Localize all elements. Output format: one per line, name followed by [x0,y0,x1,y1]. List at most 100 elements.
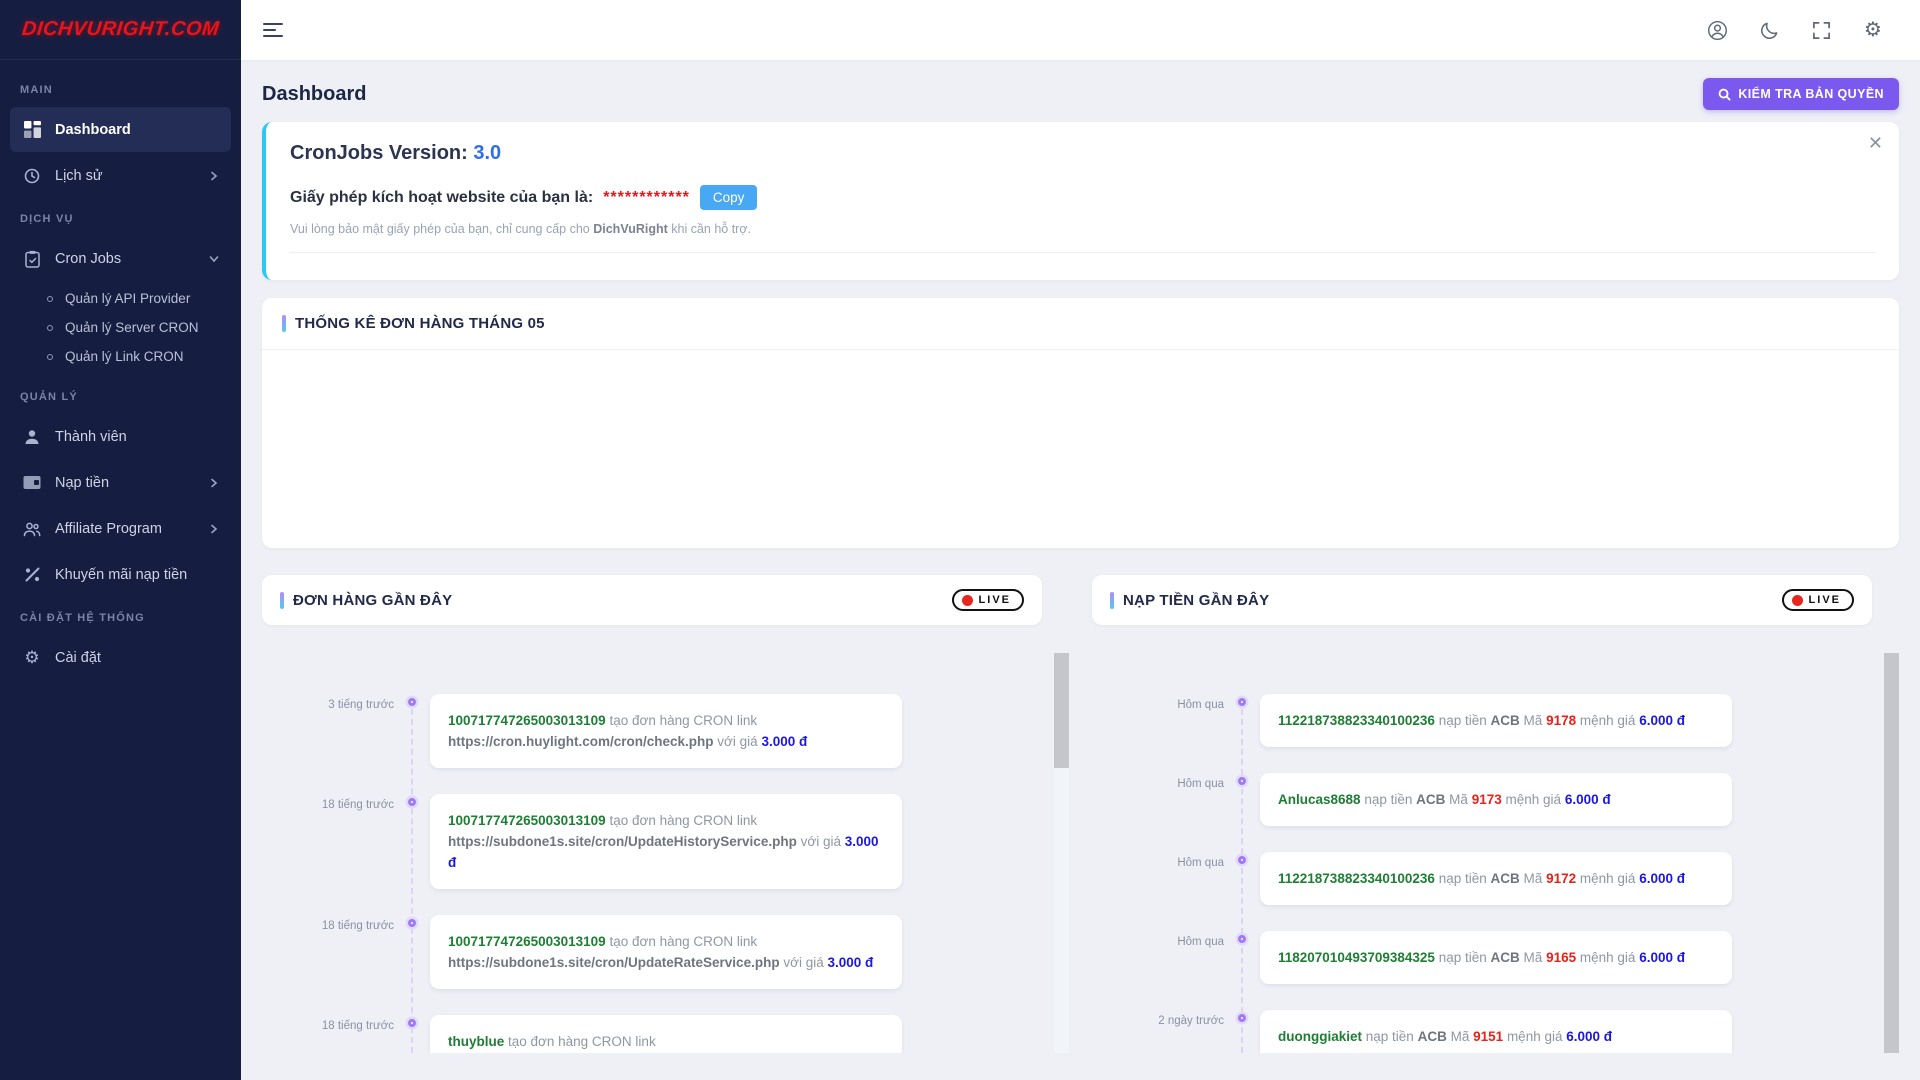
scrollbar-track[interactable] [1054,653,1069,1053]
timeline-dot-icon [408,1019,416,1027]
sidebar-item-label: Lịch sử [55,168,196,184]
gear-icon: ⚙ [22,648,42,668]
chevron-right-icon [209,478,219,488]
timeline-dot-icon [1238,1014,1246,1022]
topup-price: 6.000 đ [1565,792,1611,807]
credit-card-icon [22,473,42,493]
timeline-dot-col [1224,931,1260,943]
topup-entry-card[interactable]: 118207010493709384325 nạp tiền ACB Mã 91… [1260,931,1732,984]
sidebar-item-lich-su[interactable]: Lịch sử [10,153,231,198]
cronjobs-version-title: CronJobs Version: 3.0 [290,142,1875,165]
order-url: https://subdone1s.site/cron/UpdateHistor… [448,834,797,849]
sidebar-nav: MAIN Dashboard Lịch sử DỊCH VỤ [0,60,241,680]
topup-user: Anlucas8688 [1278,792,1361,807]
topup-amount-prefix: mệnh giá [1580,871,1636,886]
order-entry-card[interactable]: 100717747265003013109 tạo đơn hàng CRON … [430,694,902,768]
sidebar-item-nap-tien[interactable]: Nạp tiền [10,460,231,505]
hamburger-menu-icon[interactable] [263,23,285,37]
entry-time: 18 tiếng trước [262,794,394,811]
note-brand: DichVuRight [593,222,668,236]
logo[interactable]: DICHVURIGHT.COM [0,0,241,60]
sidebar-subitem-api-provider[interactable]: Quản lý API Provider [0,284,241,313]
order-action: tạo đơn hàng CRON link [609,713,757,728]
page-title: Dashboard [262,83,366,106]
live-label: LIVE [1809,594,1841,606]
fullscreen-icon[interactable] [1810,19,1832,41]
entry-time: 18 tiếng trước [262,915,394,932]
recent-orders-title-wrap: ĐƠN HÀNG GẦN ĐÂY [280,592,452,609]
search-icon [1718,88,1731,101]
license-row: Giấy phép kích hoạt website của bạn là: … [290,185,1875,210]
sidebar-subitem-link-cron[interactable]: Quản lý Link CRON [0,342,241,371]
topup-code: 9172 [1546,871,1576,886]
topup-entry-card[interactable]: 112218738823340100236 nạp tiền ACB Mã 91… [1260,694,1732,747]
order-entry-card[interactable]: 100717747265003013109 tạo đơn hàng CRON … [430,915,902,989]
entry-time: 3 tiếng trước [262,694,394,711]
copy-button[interactable]: Copy [700,185,758,210]
logo-text: DICHVURIGHT.COM [21,18,221,41]
order-user: 100717747265003013109 [448,813,606,828]
scrollbar-thumb[interactable] [1054,653,1069,768]
order-entry-card[interactable]: 100717747265003013109 tạo đơn hàng CRON … [430,794,902,889]
order-price-prefix: với giá [801,834,841,849]
note-prefix: Vui lòng bảo mật giấy phép của bạn, chỉ … [290,222,590,236]
divider [290,252,1875,253]
timeline-dot-col [394,1015,430,1027]
sidebar-item-cron-jobs[interactable]: Cron Jobs [10,236,231,281]
topup-code-prefix: Mã [1524,950,1543,965]
check-license-button[interactable]: KIỂM TRA BẢN QUYỀN [1703,78,1899,110]
topup-code: 9151 [1473,1029,1503,1044]
nav-section-main: MAIN [0,70,241,106]
order-action: tạo đơn hàng CRON link [609,813,757,828]
cron-jobs-submenu: Quản lý API Provider Quản lý Server CRON… [0,282,241,377]
clipboard-icon [22,249,42,269]
order-price: 3.000 đ [761,734,807,749]
scrollbar-thumb[interactable] [1884,653,1899,1053]
topup-bank: ACB [1491,950,1520,965]
sidebar-item-label: Dashboard [55,122,219,138]
timeline-dot-col [394,794,430,806]
topup-code-prefix: Mã [1524,871,1543,886]
topup-entry-card[interactable]: duonggiakiet nạp tiền ACB Mã 9151 mệnh g… [1260,1010,1732,1053]
order-entry: 18 tiếng trước 100717747265003013109 tạo… [262,794,1069,889]
nav-section-cai-dat-he-thong: CÀI ĐẶT HỆ THỐNG [0,598,241,634]
sidebar-item-label: Cron Jobs [55,251,196,267]
sidebar-subitem-server-cron[interactable]: Quản lý Server CRON [0,313,241,342]
entry-time: Hôm qua [1092,694,1224,711]
nav-section-dich-vu: DỊCH VỤ [0,199,241,235]
topup-price: 6.000 đ [1639,713,1685,728]
version-label: CronJobs Version: [290,142,468,164]
topup-bank: ACB [1491,871,1520,886]
percent-icon [22,565,42,585]
order-entry-card[interactable]: thuyblue tạo đơn hàng CRON link https://… [430,1015,902,1053]
sidebar-item-affiliate[interactable]: Affiliate Program [10,506,231,551]
license-mask: ************ [603,189,690,207]
stats-card-header: THỐNG KÊ ĐƠN HÀNG THÁNG 05 [262,298,1899,350]
topbar-actions: ⚙ [1706,19,1884,41]
sidebar-item-dashboard[interactable]: Dashboard [10,107,231,152]
order-action: tạo đơn hàng CRON link [609,934,757,949]
timeline-dot-col [394,694,430,706]
close-icon[interactable]: ✕ [1868,134,1883,152]
app-root: DICHVURIGHT.COM MAIN Dashboard Lịch sử D… [0,0,1920,1080]
topup-entry-card[interactable]: Anlucas8688 nạp tiền ACB Mã 9173 mệnh gi… [1260,773,1732,826]
dashboard-icon [22,120,42,140]
sidebar-subitem-label: Quản lý Link CRON [65,349,184,364]
live-dot-icon [962,595,973,606]
scrollbar-track[interactable] [1884,653,1899,1053]
sidebar-item-cai-dat[interactable]: ⚙ Cài đặt [10,635,231,680]
live-label: LIVE [979,594,1011,606]
topup-price: 6.000 đ [1639,871,1685,886]
bullet-icon [47,354,53,360]
sidebar-item-thanh-vien[interactable]: Thành viên [10,414,231,459]
gear-icon[interactable]: ⚙ [1862,19,1884,41]
user-icon[interactable] [1706,19,1728,41]
topup-action: nạp tiền [1364,792,1412,807]
moon-icon[interactable] [1758,19,1780,41]
people-icon [22,519,42,539]
topup-amount-prefix: mệnh giá [1507,1029,1563,1044]
timeline-dot-col [1224,773,1260,785]
sidebar-item-khuyen-mai[interactable]: Khuyến mãi nạp tiền [10,552,231,597]
order-user: 100717747265003013109 [448,713,606,728]
topup-entry-card[interactable]: 112218738823340100236 nạp tiền ACB Mã 91… [1260,852,1732,905]
